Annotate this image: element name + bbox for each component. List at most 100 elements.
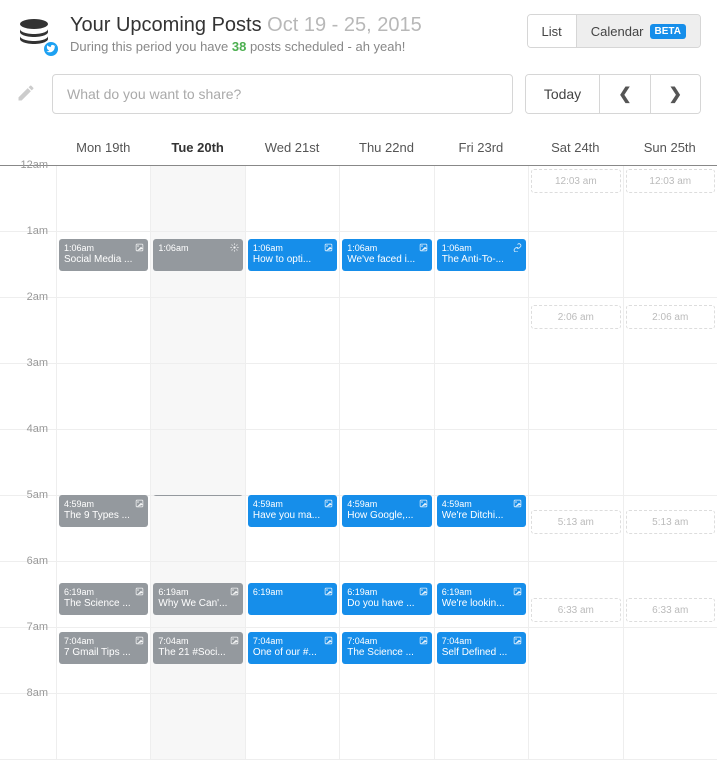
page-title: Your Upcoming Posts Oct 19 - 25, 2015 [70, 14, 527, 37]
calendar-cell[interactable] [434, 694, 528, 759]
calendar-cell[interactable]: 5:13 am [623, 496, 717, 561]
calendar-cell[interactable]: 12:03 am [623, 166, 717, 231]
calendar-cell[interactable]: 1:06amHow to opti... [245, 232, 339, 297]
calendar-cell[interactable]: 6:33 am [623, 562, 717, 627]
calendar-event[interactable]: 1:06amWe've faced i... [342, 239, 431, 271]
calendar-cell[interactable] [56, 364, 150, 429]
event-time: 6:19am [442, 587, 521, 598]
calendar-event[interactable]: 6:19am [248, 583, 337, 615]
calendar-cell[interactable]: 5:13 am [528, 496, 622, 561]
calendar-cell[interactable] [434, 364, 528, 429]
calendar-cell[interactable]: 1:06amWe've faced i... [339, 232, 433, 297]
calendar-cell[interactable] [245, 166, 339, 231]
calendar-cell[interactable]: 6:19amThe Science ... [56, 562, 150, 627]
calendar-cell[interactable] [339, 694, 433, 759]
calendar-cell[interactable] [245, 364, 339, 429]
calendar-cell[interactable] [528, 232, 622, 297]
prev-week-button[interactable]: ❮ [599, 75, 649, 113]
calendar-event[interactable]: 7:04am7 Gmail Tips ... [59, 632, 148, 664]
calendar-cell[interactable] [434, 166, 528, 231]
list-view-button[interactable]: List [528, 15, 576, 47]
calendar-cell[interactable] [623, 232, 717, 297]
calendar-cell[interactable]: 7:04amOne of our #... [245, 628, 339, 693]
empty-slot[interactable]: 12:03 am [531, 169, 620, 193]
calendar-cell[interactable] [56, 298, 150, 363]
app-logo [16, 14, 58, 56]
calendar-cell[interactable] [623, 364, 717, 429]
calendar-event[interactable]: 6:19amWe're lookin... [437, 583, 526, 615]
calendar-cell[interactable] [150, 298, 244, 363]
calendar-cell[interactable] [150, 364, 244, 429]
calendar-event[interactable]: 6:19amWhy We Can'... [153, 583, 242, 615]
calendar-cell[interactable] [623, 628, 717, 693]
calendar-cell[interactable] [245, 298, 339, 363]
calendar-cell[interactable] [150, 694, 244, 759]
calendar-event[interactable]: 7:04amSelf Defined ... [437, 632, 526, 664]
calendar-event[interactable]: 1:06am [153, 239, 242, 271]
calendar-cell[interactable]: 12:03 am [528, 166, 622, 231]
calendar-cell[interactable]: 4:59amHave you ma... [245, 430, 339, 495]
calendar-cell[interactable]: 1:06amThe Anti-To-... [434, 232, 528, 297]
empty-slot[interactable]: 2:06 am [531, 305, 620, 329]
empty-slot[interactable]: 5:13 am [626, 510, 715, 534]
calendar-cell[interactable] [150, 166, 244, 231]
empty-slot[interactable]: 6:33 am [626, 598, 715, 622]
calendar-cell[interactable]: 7:04amThe Science ... [339, 628, 433, 693]
calendar-cell[interactable] [245, 694, 339, 759]
calendar-event[interactable]: 7:04amThe Science ... [342, 632, 431, 664]
event-time: 7:04am [442, 636, 521, 647]
calendar-cell[interactable]: 7:04amThe 21 #Soci... [150, 628, 244, 693]
calendar-cell[interactable]: 4:59amThe 9 Types ... [56, 430, 150, 495]
calendar-event[interactable]: 6:19amDo you have ... [342, 583, 431, 615]
calendar-cell[interactable]: 6:19amWe're lookin... [434, 562, 528, 627]
calendar-cell[interactable]: 1:06amSocial Media ... [56, 232, 150, 297]
calendar-cell[interactable] [339, 364, 433, 429]
next-week-button[interactable]: ❯ [650, 75, 700, 113]
event-time: 1:06am [442, 243, 521, 254]
calendar-event[interactable]: 1:06amSocial Media ... [59, 239, 148, 271]
calendar-event[interactable]: 1:06amHow to opti... [248, 239, 337, 271]
calendar-cell[interactable] [434, 496, 528, 561]
compose-input[interactable]: What do you want to share? [52, 74, 513, 114]
event-time: 1:06am [64, 243, 143, 254]
today-button[interactable]: Today [526, 75, 599, 113]
calendar-cell[interactable] [56, 496, 150, 561]
calendar-cell[interactable] [434, 298, 528, 363]
calendar-cell[interactable] [623, 430, 717, 495]
calendar-cell[interactable] [339, 496, 433, 561]
calendar-event[interactable]: 7:04amThe 21 #Soci... [153, 632, 242, 664]
calendar-cell[interactable] [339, 298, 433, 363]
calendar-cell[interactable]: 6:19am [245, 562, 339, 627]
calendar-event[interactable]: 6:19amThe Science ... [59, 583, 148, 615]
calendar-cell[interactable]: 4:59amWe're Ditchi... [434, 430, 528, 495]
calendar-event[interactable]: 7:04amOne of our #... [248, 632, 337, 664]
day-header: Sun 25th [623, 130, 717, 165]
empty-slot[interactable]: 12:03 am [626, 169, 715, 193]
calendar-cell[interactable]: 7:04amSelf Defined ... [434, 628, 528, 693]
calendar-cell[interactable]: 6:19amWhy We Can'... [150, 562, 244, 627]
calendar-cell[interactable] [245, 496, 339, 561]
calendar-event[interactable]: 1:06amThe Anti-To-... [437, 239, 526, 271]
empty-slot[interactable]: 2:06 am [626, 305, 715, 329]
calendar-cell[interactable] [528, 364, 622, 429]
calendar-cell[interactable]: 1:06am [150, 232, 244, 297]
calendar-cell[interactable]: 7:04am7 Gmail Tips ... [56, 628, 150, 693]
calendar-cell[interactable] [528, 430, 622, 495]
calendar-cell[interactable] [623, 694, 717, 759]
calendar-cell[interactable]: 2:06 am [623, 298, 717, 363]
empty-slot[interactable]: 5:13 am [531, 510, 620, 534]
calendar-cell[interactable] [150, 496, 244, 561]
calendar-cell[interactable] [528, 628, 622, 693]
calendar-cell[interactable] [56, 166, 150, 231]
calendar-view-button[interactable]: Calendar BETA [576, 15, 700, 47]
calendar-cell[interactable]: 4:59amHow Google,... [339, 430, 433, 495]
calendar-cell[interactable] [528, 694, 622, 759]
calendar-cell[interactable]: 4:59amThe "even yo... [150, 430, 244, 495]
calendar-cell[interactable] [339, 166, 433, 231]
calendar-cell[interactable]: 2:06 am [528, 298, 622, 363]
event-title: The Science ... [347, 647, 426, 659]
calendar-cell[interactable]: 6:19amDo you have ... [339, 562, 433, 627]
calendar-cell[interactable]: 6:33 am [528, 562, 622, 627]
empty-slot[interactable]: 6:33 am [531, 598, 620, 622]
calendar-cell[interactable] [56, 694, 150, 759]
